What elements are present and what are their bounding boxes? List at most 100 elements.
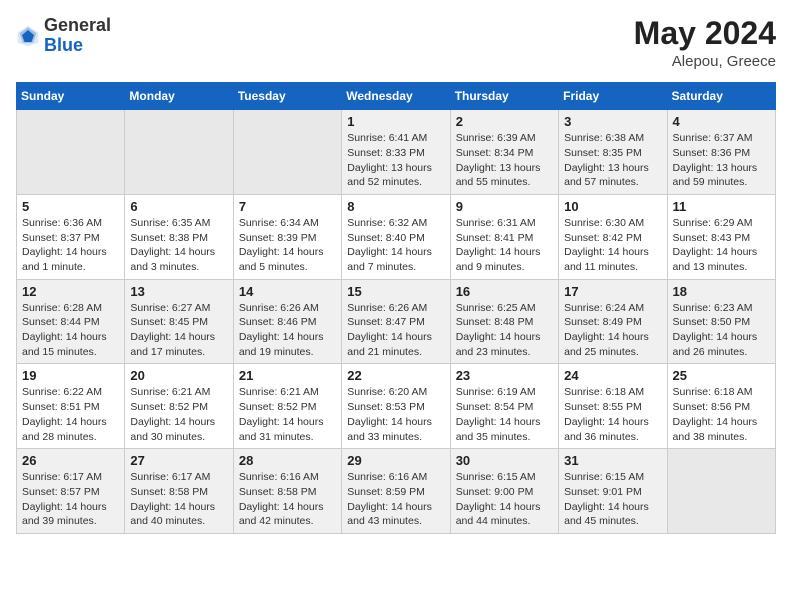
weekday-header-monday: Monday: [125, 83, 233, 110]
day-info: Sunrise: 6:17 AM Sunset: 8:57 PM Dayligh…: [22, 470, 119, 529]
day-number: 20: [130, 368, 227, 383]
calendar-day: 1Sunrise: 6:41 AM Sunset: 8:33 PM Daylig…: [342, 110, 450, 195]
day-info: Sunrise: 6:15 AM Sunset: 9:01 PM Dayligh…: [564, 470, 661, 529]
calendar-day: 18Sunrise: 6:23 AM Sunset: 8:50 PM Dayli…: [667, 279, 775, 364]
calendar-day: 14Sunrise: 6:26 AM Sunset: 8:46 PM Dayli…: [233, 279, 341, 364]
weekday-header-friday: Friday: [559, 83, 667, 110]
day-info: Sunrise: 6:35 AM Sunset: 8:38 PM Dayligh…: [130, 216, 227, 275]
calendar-day: 26 Sunrise: 6:17 AM Sunset: 8:57 PM Dayli…: [17, 449, 125, 534]
day-info: Sunrise: 6:26 AM Sunset: 8:47 PM Dayligh…: [347, 301, 444, 360]
logo-icon: [16, 24, 40, 48]
day-info: Sunrise: 6:34 AM Sunset: 8:39 PM Dayligh…: [239, 216, 336, 275]
day-info: Sunrise: 6:16 AM Sunset: 8:59 PM Dayligh…: [347, 470, 444, 529]
calendar-day: 9 Sunrise: 6:31 AM Sunset: 8:41 PM Daylig…: [450, 194, 558, 279]
calendar-week-row: 12 Sunrise: 6:28 AM Sunset: 8:44 PM Dayli…: [17, 279, 776, 364]
weekday-header-thursday: Thursday: [450, 83, 558, 110]
day-info: Sunrise: 6:18 AM Sunset: 8:56 PM Dayligh…: [673, 385, 770, 444]
calendar-day-empty: [17, 110, 125, 195]
day-info: Sunrise: 6:36 AM Sunset: 8:37 PM Dayligh…: [22, 216, 119, 275]
day-info: Sunrise: 6:39 AM Sunset: 8:34 PM Dayligh…: [456, 131, 553, 190]
day-info: Sunrise: 6:27 AM Sunset: 8:45 PM Dayligh…: [130, 301, 227, 360]
day-number: 5: [22, 199, 119, 214]
calendar-day: 31Sunrise: 6:15 AM Sunset: 9:01 PM Dayli…: [559, 449, 667, 534]
day-number: 15: [347, 284, 444, 299]
day-info: Sunrise: 6:28 AM Sunset: 8:44 PM Dayligh…: [22, 301, 119, 360]
calendar-day: 30Sunrise: 6:15 AM Sunset: 9:00 PM Dayli…: [450, 449, 558, 534]
day-info: Sunrise: 6:22 AM Sunset: 8:51 PM Dayligh…: [22, 385, 119, 444]
day-number: 22: [347, 368, 444, 383]
day-number: 26: [22, 453, 119, 468]
calendar-day: 28 Sunrise: 6:16 AM Sunset: 8:58 PM Dayli…: [233, 449, 341, 534]
calendar-day: 21Sunrise: 6:21 AM Sunset: 8:52 PM Dayli…: [233, 364, 341, 449]
calendar-week-row: 26 Sunrise: 6:17 AM Sunset: 8:57 PM Dayli…: [17, 449, 776, 534]
day-info: Sunrise: 6:21 AM Sunset: 8:52 PM Dayligh…: [130, 385, 227, 444]
day-number: 24: [564, 368, 661, 383]
day-info: Sunrise: 6:31 AM Sunset: 8:41 PM Dayligh…: [456, 216, 553, 275]
calendar-day: 5 Sunrise: 6:36 AM Sunset: 8:37 PM Daylig…: [17, 194, 125, 279]
day-info: Sunrise: 6:19 AM Sunset: 8:54 PM Dayligh…: [456, 385, 553, 444]
day-info: Sunrise: 6:16 AM Sunset: 8:58 PM Dayligh…: [239, 470, 336, 529]
calendar-day: 2Sunrise: 6:39 AM Sunset: 8:34 PM Daylig…: [450, 110, 558, 195]
weekday-header-tuesday: Tuesday: [233, 83, 341, 110]
calendar-day: 17 Sunrise: 6:24 AM Sunset: 8:49 PM Dayli…: [559, 279, 667, 364]
weekday-header-sunday: Sunday: [17, 83, 125, 110]
day-number: 13: [130, 284, 227, 299]
calendar-day: 27 Sunrise: 6:17 AM Sunset: 8:58 PM Dayli…: [125, 449, 233, 534]
calendar-week-row: 5 Sunrise: 6:36 AM Sunset: 8:37 PM Daylig…: [17, 194, 776, 279]
title-block: May 2024 Alepou, Greece: [634, 16, 776, 70]
day-info: Sunrise: 6:32 AM Sunset: 8:40 PM Dayligh…: [347, 216, 444, 275]
day-number: 25: [673, 368, 770, 383]
calendar-day: 23Sunrise: 6:19 AM Sunset: 8:54 PM Dayli…: [450, 364, 558, 449]
calendar-day: 15 Sunrise: 6:26 AM Sunset: 8:47 PM Dayli…: [342, 279, 450, 364]
day-info: Sunrise: 6:25 AM Sunset: 8:48 PM Dayligh…: [456, 301, 553, 360]
calendar-day: 13 Sunrise: 6:27 AM Sunset: 8:45 PM Dayli…: [125, 279, 233, 364]
day-number: 11: [673, 199, 770, 214]
calendar-day: 6Sunrise: 6:35 AM Sunset: 8:38 PM Daylig…: [125, 194, 233, 279]
calendar-day: 20 Sunrise: 6:21 AM Sunset: 8:52 PM Dayli…: [125, 364, 233, 449]
calendar-week-row: 1Sunrise: 6:41 AM Sunset: 8:33 PM Daylig…: [17, 110, 776, 195]
day-number: 3: [564, 114, 661, 129]
page-header: General Blue May 2024 Alepou, Greece: [16, 16, 776, 70]
calendar-day: 11Sunrise: 6:29 AM Sunset: 8:43 PM Dayli…: [667, 194, 775, 279]
day-info: Sunrise: 6:15 AM Sunset: 9:00 PM Dayligh…: [456, 470, 553, 529]
day-number: 28: [239, 453, 336, 468]
day-number: 18: [673, 284, 770, 299]
day-number: 17: [564, 284, 661, 299]
day-number: 4: [673, 114, 770, 129]
calendar-day: 8Sunrise: 6:32 AM Sunset: 8:40 PM Daylig…: [342, 194, 450, 279]
day-info: Sunrise: 6:30 AM Sunset: 8:42 PM Dayligh…: [564, 216, 661, 275]
logo: General Blue: [16, 16, 111, 56]
calendar-day: 19 Sunrise: 6:22 AM Sunset: 8:51 PM Dayli…: [17, 364, 125, 449]
day-number: 9: [456, 199, 553, 214]
weekday-header-row: SundayMondayTuesdayWednesdayThursdayFrid…: [17, 83, 776, 110]
location-subtitle: Alepou, Greece: [634, 53, 776, 70]
logo-general-text: General: [44, 16, 111, 36]
day-number: 12: [22, 284, 119, 299]
day-number: 16: [456, 284, 553, 299]
calendar-day: 10Sunrise: 6:30 AM Sunset: 8:42 PM Dayli…: [559, 194, 667, 279]
calendar-day: 24 Sunrise: 6:18 AM Sunset: 8:55 PM Dayli…: [559, 364, 667, 449]
day-info: Sunrise: 6:18 AM Sunset: 8:55 PM Dayligh…: [564, 385, 661, 444]
logo-blue-text: Blue: [44, 36, 111, 56]
calendar-day: 22Sunrise: 6:20 AM Sunset: 8:53 PM Dayli…: [342, 364, 450, 449]
day-number: 1: [347, 114, 444, 129]
day-number: 19: [22, 368, 119, 383]
day-info: Sunrise: 6:37 AM Sunset: 8:36 PM Dayligh…: [673, 131, 770, 190]
calendar-day: 16 Sunrise: 6:25 AM Sunset: 8:48 PM Dayli…: [450, 279, 558, 364]
day-number: 14: [239, 284, 336, 299]
calendar-day: 29 Sunrise: 6:16 AM Sunset: 8:59 PM Dayli…: [342, 449, 450, 534]
day-info: Sunrise: 6:17 AM Sunset: 8:58 PM Dayligh…: [130, 470, 227, 529]
day-info: Sunrise: 6:24 AM Sunset: 8:49 PM Dayligh…: [564, 301, 661, 360]
day-info: Sunrise: 6:21 AM Sunset: 8:52 PM Dayligh…: [239, 385, 336, 444]
weekday-header-saturday: Saturday: [667, 83, 775, 110]
calendar-day-empty: [233, 110, 341, 195]
day-number: 29: [347, 453, 444, 468]
calendar-table: SundayMondayTuesdayWednesdayThursdayFrid…: [16, 82, 776, 534]
month-year-title: May 2024: [634, 16, 776, 51]
day-number: 7: [239, 199, 336, 214]
calendar-day: 4 Sunrise: 6:37 AM Sunset: 8:36 PM Daylig…: [667, 110, 775, 195]
calendar-day: 3 Sunrise: 6:38 AM Sunset: 8:35 PM Daylig…: [559, 110, 667, 195]
day-number: 27: [130, 453, 227, 468]
day-info: Sunrise: 6:38 AM Sunset: 8:35 PM Dayligh…: [564, 131, 661, 190]
calendar-day: 12 Sunrise: 6:28 AM Sunset: 8:44 PM Dayli…: [17, 279, 125, 364]
